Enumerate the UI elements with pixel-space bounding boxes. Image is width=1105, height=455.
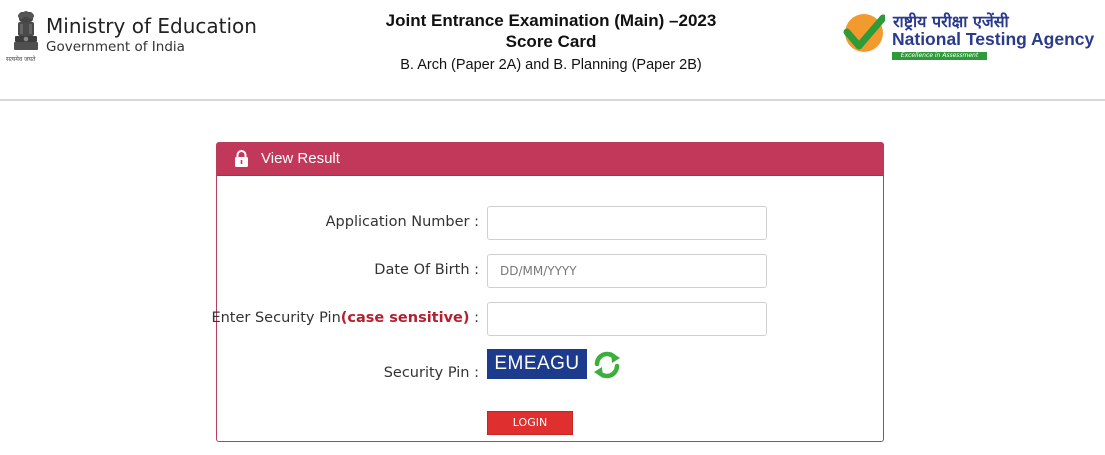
ministry-title: Ministry of Education: [46, 14, 257, 38]
page-header: सत्यमेव जयते Ministry of Education Gover…: [0, 0, 1105, 101]
dob-input[interactable]: [487, 254, 767, 288]
security-pin-label-prefix: Enter Security Pin: [211, 310, 341, 326]
captcha-image: EMEAGU: [487, 349, 587, 379]
agency-branding: राष्ट्रीय परीक्षा एजेंसी National Testin…: [843, 10, 1103, 66]
refresh-icon[interactable]: [591, 349, 623, 381]
panel-title: View Result: [261, 150, 340, 167]
paper-subtitle: B. Arch (Paper 2A) and B. Planning (Pape…: [400, 57, 702, 73]
exam-title: Joint Entrance Examination (Main) –2023: [385, 11, 717, 30]
agency-english-name: National Testing Agency: [892, 29, 1095, 49]
dob-label: Date Of Birth :: [374, 262, 479, 278]
captcha-label: Security Pin :: [383, 365, 479, 381]
ministry-subtitle: Government of India: [46, 39, 185, 55]
application-number-input[interactable]: [487, 206, 767, 240]
view-result-panel: View Result Application Number : Date Of…: [211, 142, 884, 442]
security-pin-label-suffix: :: [469, 310, 479, 326]
agency-tagline: Excellence in Assessment: [892, 52, 987, 60]
nta-checkmark-logo-icon: [843, 14, 885, 52]
panel-header: View Result: [217, 143, 883, 176]
lock-icon: [235, 150, 248, 167]
login-button[interactable]: LOGIN: [487, 411, 573, 435]
score-card-title: Score Card: [505, 32, 597, 51]
security-pin-label: Enter Security Pin(case sensitive) :: [211, 310, 479, 326]
application-number-label: Application Number :: [325, 214, 479, 230]
score-card-page: सत्यमेव जयते Ministry of Education Gover…: [0, 0, 1105, 455]
security-pin-input[interactable]: [487, 302, 767, 336]
case-sensitive-note: (case sensitive): [340, 310, 470, 326]
page-title: Joint Entrance Examination (Main) –2023 …: [300, 10, 802, 76]
emblem-caption: सत्यमेव जयते: [6, 56, 36, 63]
